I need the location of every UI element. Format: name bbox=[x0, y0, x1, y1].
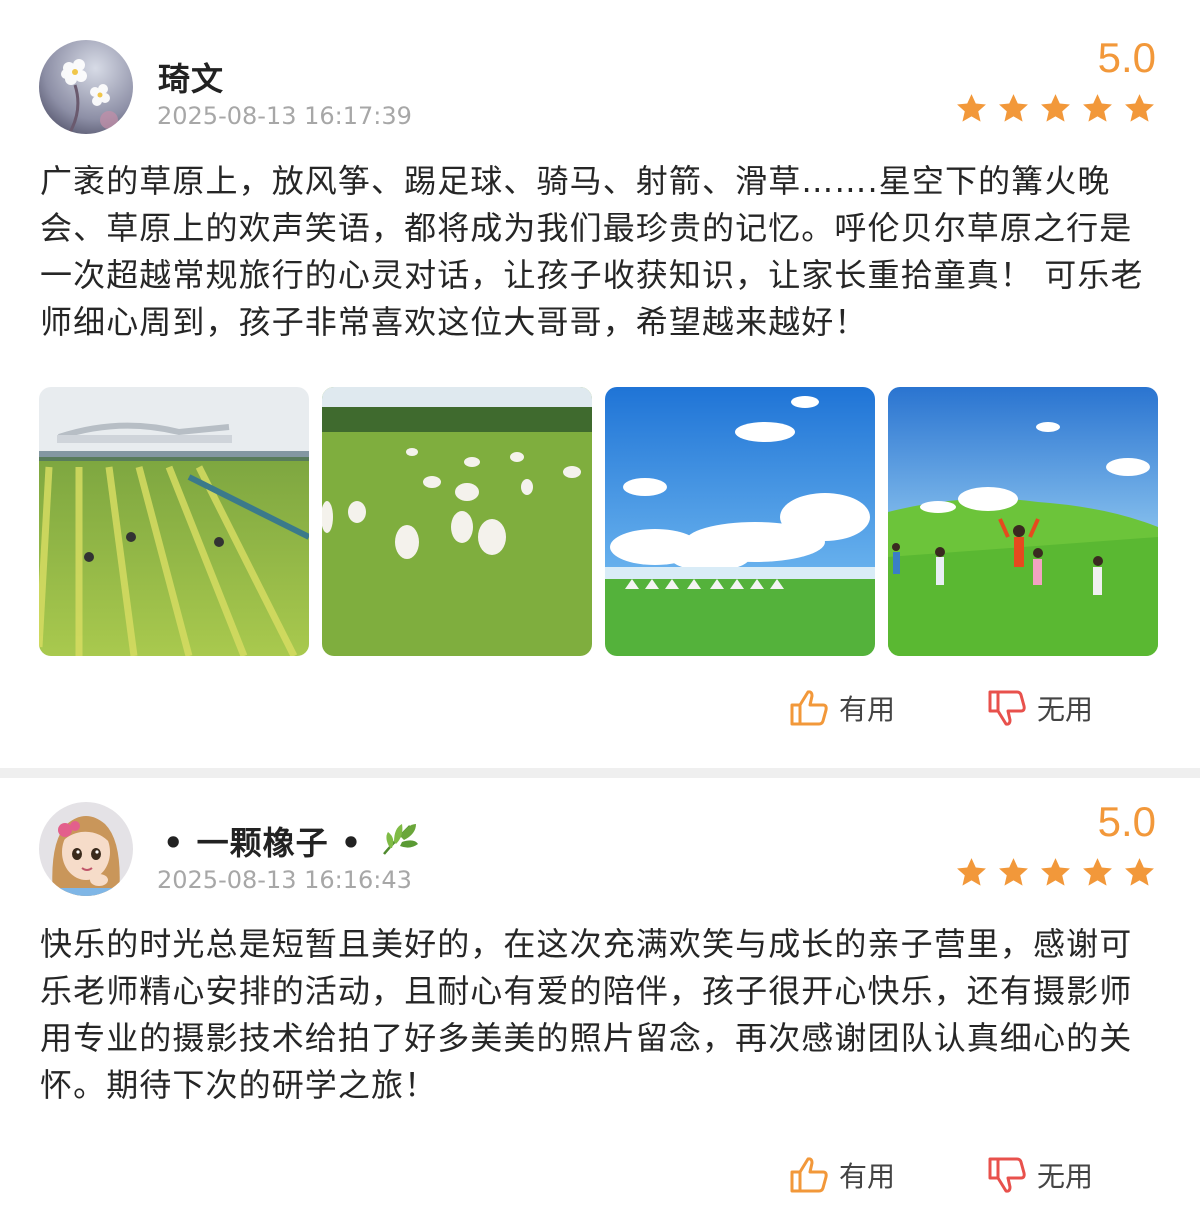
thumb-up-icon bbox=[790, 1157, 828, 1193]
rating-score: 5.0 bbox=[1097, 798, 1156, 845]
review-timestamp: 2025-08-13 16:17:39 bbox=[157, 102, 412, 130]
star-icon bbox=[957, 94, 986, 122]
avatar[interactable] bbox=[39, 40, 133, 134]
username[interactable]: • 一颗橡子 • bbox=[163, 818, 420, 864]
star-icon bbox=[999, 94, 1028, 122]
helpful-label: 有用 bbox=[839, 693, 896, 726]
thumb-down-icon bbox=[988, 690, 1026, 726]
star-icon bbox=[957, 858, 986, 886]
unhelpful-button[interactable]: 无用 bbox=[987, 1155, 1093, 1195]
review-timestamp: 2025-08-13 16:16:43 bbox=[157, 866, 412, 894]
review-text: 快乐的时光总是短暂且美好的，在这次充满欢笑与成长的亲子营里，感谢可乐老师精心安排… bbox=[40, 925, 1133, 1104]
star-icon bbox=[1041, 858, 1070, 886]
review-card: • 一颗橡子 • 2025-08-13 16:16:43 5.0 快乐的时光总是… bbox=[0, 778, 1200, 1229]
review-text: 广袤的草原上，放风筝、踢足球、骑马、射箭、滑草…….星空下的篝火晚会、草原上的欢… bbox=[40, 162, 1144, 341]
star-icon bbox=[1125, 94, 1154, 122]
rating-score: 5.0 bbox=[1097, 34, 1156, 81]
helpful-button[interactable]: 有用 bbox=[789, 1155, 895, 1195]
avatar[interactable] bbox=[39, 802, 133, 896]
thumb-up-icon bbox=[790, 690, 828, 726]
rating-stars bbox=[955, 856, 1156, 889]
star-icon bbox=[999, 858, 1028, 886]
review-divider bbox=[0, 768, 1200, 778]
unhelpful-label: 无用 bbox=[1037, 693, 1094, 726]
review-photo[interactable] bbox=[322, 387, 592, 656]
unhelpful-button[interactable]: 无用 bbox=[987, 688, 1093, 728]
review-photo[interactable] bbox=[605, 387, 875, 656]
review-photos bbox=[39, 387, 1158, 656]
review-photo[interactable] bbox=[888, 387, 1158, 656]
thumb-down-icon bbox=[988, 1157, 1026, 1193]
username-text: • 一颗橡子 • bbox=[163, 824, 363, 862]
leaf-icon bbox=[383, 824, 419, 855]
reviews-page: 琦文 2025-08-13 16:17:39 5.0 广袤的草原上，放风筝、踢足… bbox=[0, 0, 1200, 1229]
review-card: 琦文 2025-08-13 16:17:39 5.0 广袤的草原上，放风筝、踢足… bbox=[0, 0, 1200, 768]
username[interactable]: 琦文 bbox=[158, 54, 224, 100]
rating-stars bbox=[955, 92, 1156, 125]
star-icon bbox=[1083, 94, 1112, 122]
helpful-label: 有用 bbox=[839, 1160, 896, 1193]
unhelpful-label: 无用 bbox=[1037, 1160, 1094, 1193]
star-icon bbox=[1083, 858, 1112, 886]
review-photo[interactable] bbox=[39, 387, 309, 656]
star-icon bbox=[1125, 858, 1154, 886]
star-icon bbox=[1041, 94, 1070, 122]
helpful-button[interactable]: 有用 bbox=[789, 688, 895, 728]
